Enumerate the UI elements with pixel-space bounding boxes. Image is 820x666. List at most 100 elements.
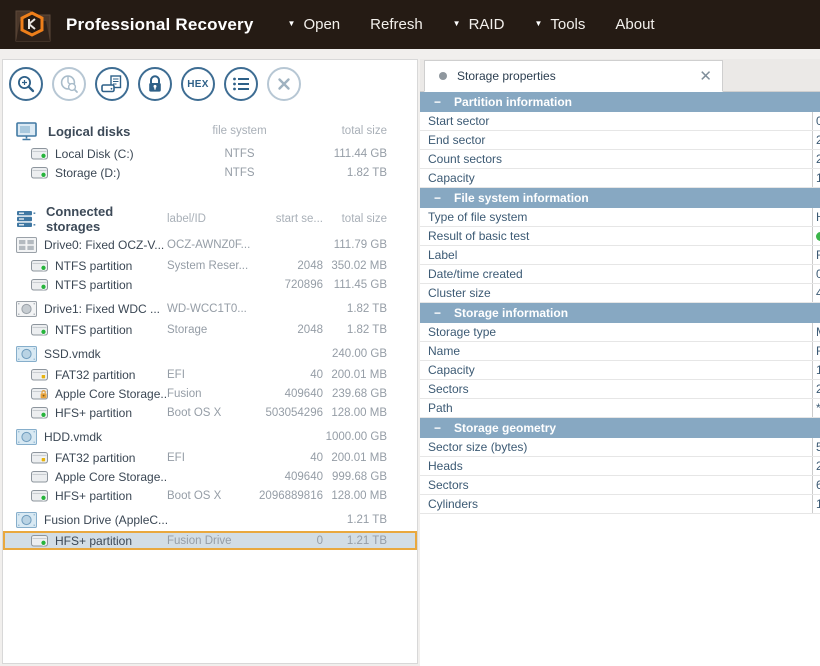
collapse-icon[interactable]: −	[434, 306, 441, 320]
property-value	[812, 227, 820, 245]
menu-item-raid[interactable]: ▼RAID	[453, 16, 505, 33]
column-total-size-2: total size	[323, 213, 387, 225]
menu-item-tools[interactable]: ▼Tools	[534, 16, 585, 33]
property-label: Count sectors	[420, 150, 812, 168]
partition-icon	[31, 470, 48, 484]
storage-row[interactable]: HFS+ partitionFusion Drive01.21 TB	[3, 531, 417, 550]
storage-row[interactable]: Drive1: Fixed WDC ...WD-WCC1T0...1.82 TB	[3, 298, 417, 320]
magnifier-icon	[16, 74, 36, 94]
partition-icon	[31, 534, 48, 548]
property-section-header[interactable]: −Storage information	[420, 303, 820, 323]
properties-panel: Storage properties ✕ −Partition informat…	[420, 59, 820, 666]
storage-row[interactable]: Drive0: Fixed OCZ-V...OCZ-AWNZ0F...111.7…	[3, 234, 417, 256]
hex-viewer-button[interactable]: HEX	[181, 67, 215, 101]
dropdown-arrow-icon: ▼	[288, 19, 296, 28]
property-label: Cylinders	[420, 495, 812, 513]
storage-label: Boot OS X	[167, 490, 253, 502]
storage-total-size: 999.68 GB	[323, 471, 387, 483]
property-value: 2	[812, 131, 820, 149]
collapse-icon[interactable]: −	[434, 421, 441, 435]
storage-total-size: 111.79 GB	[323, 239, 387, 251]
hex-icon: HEX	[187, 79, 208, 90]
storage-row[interactable]: Fusion Drive (AppleC...1.21 TB	[3, 509, 417, 531]
menu-item-open[interactable]: ▼Open	[288, 16, 341, 33]
storage-name: Apple Core Storage...	[55, 387, 167, 401]
property-section-header[interactable]: −File system information	[420, 188, 820, 208]
property-label: Result of basic test	[420, 227, 812, 245]
tab-close-icon[interactable]: ✕	[699, 69, 712, 84]
storage-name: NTFS partition	[55, 323, 132, 337]
property-label: Sector size (bytes)	[420, 438, 812, 456]
properties-button[interactable]	[224, 67, 258, 101]
storage-label: Fusion Drive	[167, 535, 253, 547]
property-row: Capacity1	[420, 361, 820, 380]
storage-total-size: 200.01 MB	[323, 369, 387, 381]
property-section-title: Storage geometry	[454, 421, 556, 435]
storage-start-sector: 0	[253, 535, 323, 547]
storage-name: NTFS partition	[55, 259, 132, 273]
property-value: 0	[812, 265, 820, 283]
property-label: Name	[420, 342, 812, 360]
menu-item-about[interactable]: About	[615, 16, 654, 33]
storage-label: System Reser...	[167, 260, 253, 272]
partition-icon	[31, 451, 48, 465]
property-section-title: Storage information	[454, 306, 568, 320]
storage-name: Apple Core Storage...	[55, 470, 167, 484]
menu-item-label: Refresh	[370, 16, 423, 33]
scan-button[interactable]	[52, 67, 86, 101]
storage-row[interactable]: HFS+ partitionBoot OS X503054296128.00 M…	[3, 403, 417, 422]
status-ok-icon	[816, 232, 820, 241]
storage-row[interactable]: Apple Core Storage... 409640999.68 GB	[3, 467, 417, 486]
storage-name: FAT32 partition	[55, 451, 135, 465]
logical-disk-row[interactable]: Local Disk (C:)NTFS111.44 GB	[3, 144, 417, 163]
property-row: Count sectors2	[420, 150, 820, 169]
property-section-title: File system information	[454, 191, 589, 205]
property-value: 4	[812, 284, 820, 302]
storage-row[interactable]: NTFS partition720896111.45 GB	[3, 275, 417, 294]
storage-icon	[16, 429, 37, 445]
property-value: H	[812, 208, 820, 226]
storage-start-sector: 409640	[253, 471, 323, 483]
storage-row[interactable]: HDD.vmdk1000.00 GB	[3, 426, 417, 448]
storage-total-size: 1.21 TB	[323, 514, 387, 526]
property-value: 6	[812, 476, 820, 494]
storage-row[interactable]: FAT32 partitionEFI40200.01 MB	[3, 448, 417, 467]
disk-image-icon	[101, 74, 123, 94]
property-section-header[interactable]: −Storage geometry	[420, 418, 820, 438]
storage-row[interactable]: HFS+ partitionBoot OS X2096889816128.00 …	[3, 486, 417, 505]
storage-label: Boot OS X	[167, 407, 253, 419]
connected-storages-header: Connected storages label/ID start se... …	[3, 204, 417, 230]
server-stack-icon	[16, 210, 36, 228]
open-image-button[interactable]	[95, 67, 129, 101]
property-value: 1	[812, 169, 820, 187]
storage-total-size: 350.02 MB	[323, 260, 387, 272]
storage-start-sector: 2096889816	[253, 490, 323, 502]
property-section-header[interactable]: −Partition information	[420, 92, 820, 112]
menu-item-refresh[interactable]: Refresh	[370, 16, 423, 33]
storage-row[interactable]: SSD.vmdk240.00 GB	[3, 343, 417, 365]
property-row: Capacity1	[420, 169, 820, 188]
storage-row[interactable]: NTFS partitionSystem Reser...2048350.02 …	[3, 256, 417, 275]
partition-icon	[31, 489, 48, 503]
storage-name: SSD.vmdk	[44, 347, 101, 361]
storage-row[interactable]: Apple Core Storage...Fusion409640239.68 …	[3, 384, 417, 403]
storage-row[interactable]: FAT32 partitionEFI40200.01 MB	[3, 365, 417, 384]
property-row: Path*	[420, 399, 820, 418]
dropdown-arrow-icon: ▼	[453, 19, 461, 28]
property-row: NameF	[420, 342, 820, 361]
collapse-icon[interactable]: −	[434, 191, 441, 205]
storage-name: HFS+ partition	[55, 489, 132, 503]
storage-label: Fusion	[167, 388, 253, 400]
partition-icon	[31, 406, 48, 420]
logical-disk-row[interactable]: Storage (D:)NTFS1.82 TB	[3, 163, 417, 182]
storage-total-size: 1.82 TB	[323, 324, 387, 336]
storage-row[interactable]: NTFS partitionStorage20481.82 TB	[3, 320, 417, 339]
partition-icon	[31, 166, 48, 180]
decrypt-button[interactable]	[138, 67, 172, 101]
close-icon	[275, 75, 293, 93]
property-row: Result of basic test	[420, 227, 820, 246]
close-button[interactable]	[267, 67, 301, 101]
collapse-icon[interactable]: −	[434, 95, 441, 109]
tab-storage-properties[interactable]: Storage properties ✕	[424, 60, 723, 92]
search-button[interactable]	[9, 67, 43, 101]
